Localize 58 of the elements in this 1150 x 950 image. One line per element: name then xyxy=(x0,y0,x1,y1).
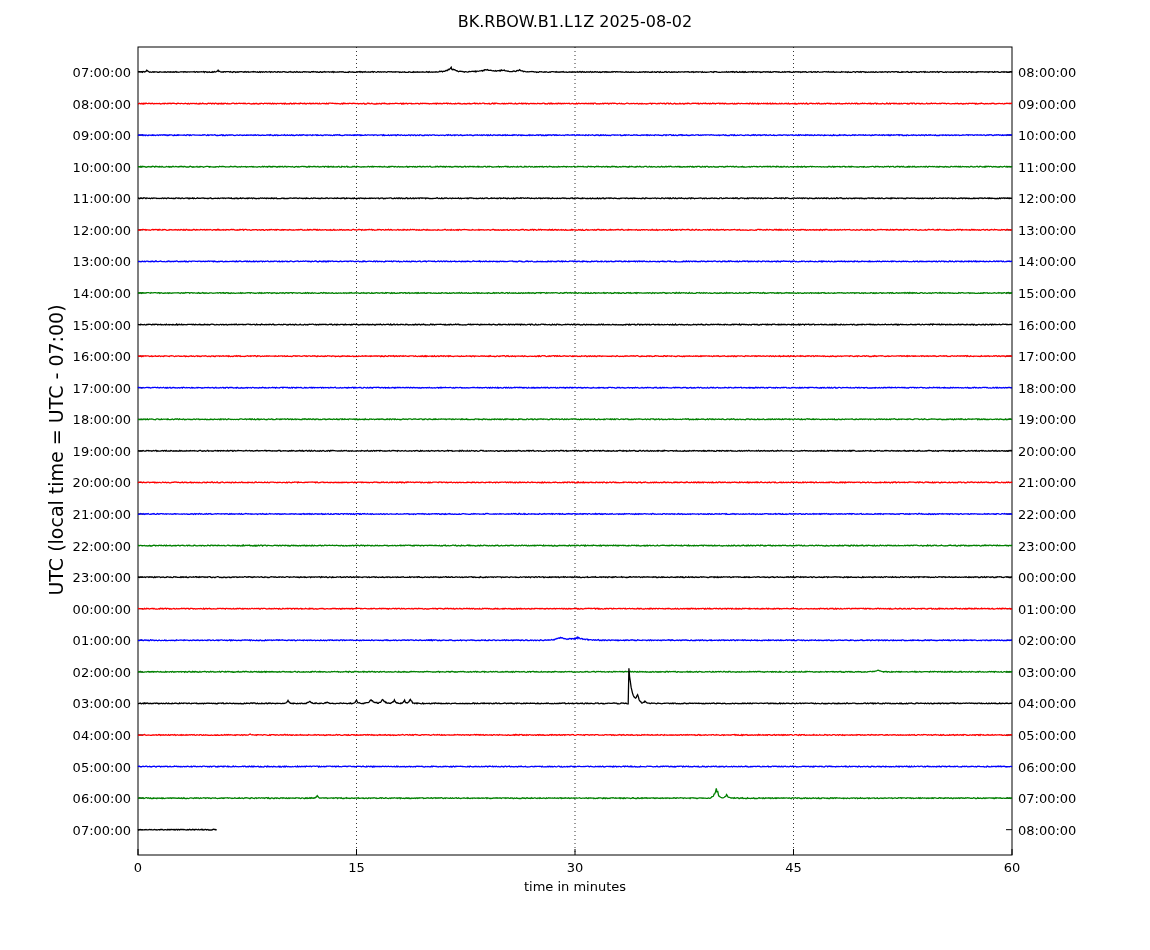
hour-label: 21:00:00 xyxy=(72,507,131,522)
hour-label: 00:00:00 xyxy=(72,601,131,617)
hour-label: 05:00:00 xyxy=(1018,727,1077,743)
hour-label: 23:00:00 xyxy=(72,570,131,586)
hour-label: 10:00:00 xyxy=(72,159,131,175)
hour-label: 08:00:00 xyxy=(72,96,131,112)
x-tick-label: 60 xyxy=(1003,860,1021,875)
hour-label: 18:00:00 xyxy=(1018,380,1077,396)
hour-label: 17:00:00 xyxy=(1018,349,1077,365)
hour-label: 07:00:00 xyxy=(1018,791,1077,807)
hour-label: 22:00:00 xyxy=(1018,507,1077,522)
hour-label: 20:00:00 xyxy=(1018,443,1077,459)
hour-label: 07:00:00 xyxy=(72,822,131,838)
x-tick-label: 45 xyxy=(785,860,802,875)
hour-label: 19:00:00 xyxy=(72,443,131,459)
hour-label: 01:00:00 xyxy=(1018,601,1077,617)
hour-label: 21:00:00 xyxy=(1018,475,1077,491)
y-axis-label: UTC (local time = UTC - 07:00) xyxy=(45,304,67,596)
hour-label: 04:00:00 xyxy=(72,727,131,743)
x-tick-label: 0 xyxy=(133,860,143,875)
hour-label: 12:00:00 xyxy=(1018,191,1077,207)
hour-label: 14:00:00 xyxy=(72,286,131,301)
x-tick-label: 30 xyxy=(566,860,584,875)
hour-label: 15:00:00 xyxy=(1018,286,1077,301)
hour-label: 16:00:00 xyxy=(72,349,131,365)
x-tick-label: 15 xyxy=(348,860,365,875)
hour-label: 09:00:00 xyxy=(1018,96,1077,112)
hour-label: 12:00:00 xyxy=(72,222,131,238)
hour-label: 11:00:00 xyxy=(1018,159,1077,175)
hour-label: 15:00:00 xyxy=(72,317,131,333)
hour-label: 05:00:00 xyxy=(72,759,131,775)
hour-label: 20:00:00 xyxy=(72,475,131,491)
hour-label: 06:00:00 xyxy=(1018,759,1077,775)
hour-label: 14:00:00 xyxy=(1018,254,1077,270)
hour-label: 23:00:00 xyxy=(1018,538,1077,554)
hour-label: 19:00:00 xyxy=(1018,412,1077,428)
x-axis-label: time in minutes xyxy=(523,879,627,894)
hour-label: 02:00:00 xyxy=(1018,633,1077,649)
hour-label: 06:00:00 xyxy=(72,791,131,807)
hour-label: 09:00:00 xyxy=(72,128,131,144)
hour-label: 11:00:00 xyxy=(72,191,131,207)
hour-label: 13:00:00 xyxy=(72,254,131,270)
hour-label: 22:00:00 xyxy=(72,538,131,554)
hour-label: 03:00:00 xyxy=(72,696,131,712)
hour-label: 08:00:00 xyxy=(1018,822,1077,838)
hour-label: 02:00:00 xyxy=(72,664,131,680)
hour-label: 04:00:00 xyxy=(1018,696,1077,712)
hour-label: 10:00:00 xyxy=(1018,128,1077,144)
hour-label: 01:00:00 xyxy=(72,633,131,649)
hour-label: 18:00:00 xyxy=(72,412,131,428)
plot-title: BK.RBOW.B1.L1Z 2025-08-02 xyxy=(457,12,693,31)
hour-label: 16:00:00 xyxy=(1018,317,1077,333)
hour-label: 00:00:00 xyxy=(1018,570,1077,586)
hour-label: 17:00:00 xyxy=(72,380,131,396)
hour-label: 07:00:00 xyxy=(72,65,131,80)
hour-label: 13:00:00 xyxy=(1018,222,1077,238)
hour-label: 08:00:00 xyxy=(1018,65,1077,80)
hour-label: 03:00:00 xyxy=(1018,664,1077,680)
